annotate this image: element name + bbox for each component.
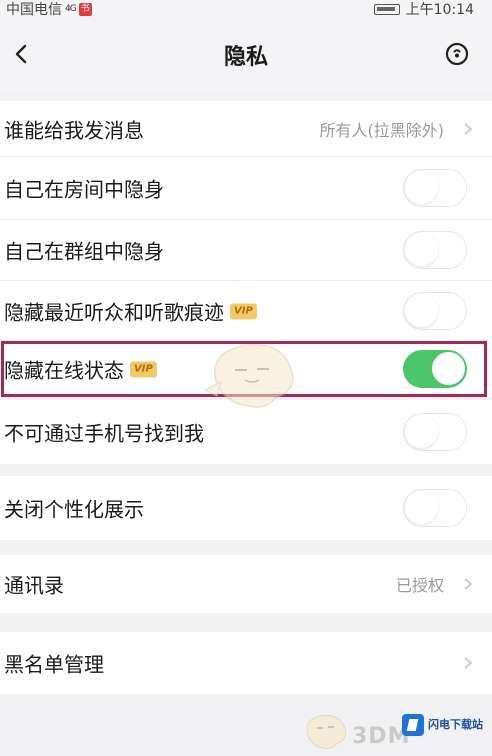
toggle-switch[interactable] — [403, 169, 467, 207]
toggle-switch[interactable] — [403, 413, 467, 451]
toggle-switch[interactable] — [403, 489, 467, 527]
row-label: 通讯录 — [4, 573, 64, 598]
help-circle-icon[interactable] — [444, 41, 470, 67]
chevron-right-icon — [464, 657, 473, 669]
settings-row-who-can-message[interactable]: 谁能给我发消息 所有人(拉黑除外) — [0, 101, 492, 156]
row-label: 自己在群组中隐身 — [4, 239, 164, 264]
settings-row-group-invisible: 自己在群组中隐身 — [0, 220, 492, 280]
settings-row-hide-listeners: 隐藏最近听众和听歌痕迹 VIP — [0, 281, 492, 341]
toggle-knob — [405, 233, 438, 266]
settings-row-blacklist[interactable]: 黑名单管理 — [0, 632, 492, 694]
row-label: 黑名单管理 — [4, 652, 104, 677]
toggle-knob — [405, 171, 438, 204]
row-label: 隐藏最近听众和听歌痕迹 VIP — [4, 297, 257, 326]
app-notification-icon: 书 — [78, 2, 92, 16]
status-bar: 中国电信 4G 书 上午10:14 — [0, 0, 492, 18]
row-label-text: 隐藏最近听众和听歌痕迹 — [4, 300, 224, 325]
mascot-small-watermark-icon — [306, 715, 347, 749]
settings-row-room-invisible: 自己在房间中隐身 — [0, 157, 492, 219]
row-value: 已授权 — [395, 576, 444, 595]
toggle-knob — [405, 491, 438, 524]
lightning-logo-icon — [402, 714, 424, 736]
site-name: 闪电下载站 — [428, 718, 483, 731]
chevron-right-icon — [464, 122, 473, 135]
battery-icon — [373, 3, 400, 15]
site-logo-text: 闪电下载站 — [428, 719, 483, 731]
row-label: 谁能给我发消息 — [4, 118, 144, 142]
toggle-switch[interactable] — [403, 292, 467, 330]
toggle-knob — [405, 415, 438, 448]
settings-row-contacts[interactable]: 通讯录 已授权 — [0, 555, 492, 613]
page-title: 隐私 — [223, 45, 268, 70]
signal-icon: 4G — [65, 4, 77, 14]
mascot-watermark-icon — [203, 344, 294, 408]
row-value: 所有人(拉黑除外) — [319, 120, 445, 140]
toggle-knob — [405, 294, 438, 327]
row-label: 不可通过手机号找到我 — [4, 421, 204, 446]
chevron-right-icon — [464, 578, 473, 590]
row-label: 自己在房间中隐身 — [4, 177, 164, 202]
toggle-switch[interactable] — [403, 231, 467, 269]
site-logo: 闪电下载站 — [402, 710, 488, 740]
navigation-bar: 隐私 — [0, 17, 492, 93]
row-label: 关闭个性化展示 — [4, 497, 144, 522]
vip-badge: VIP — [230, 303, 257, 319]
settings-row-personalization: 关闭个性化展示 — [0, 476, 492, 540]
